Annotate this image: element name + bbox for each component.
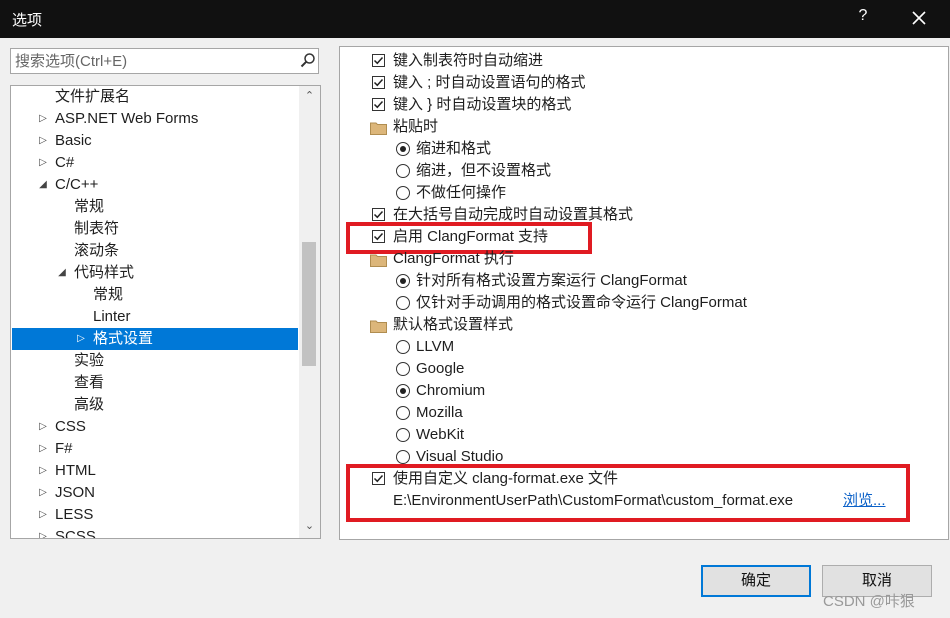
radio-button[interactable]	[396, 450, 410, 464]
radio-button[interactable]	[396, 340, 410, 354]
radio-style-google[interactable]: Google	[340, 358, 940, 380]
option-format-statement[interactable]: 键入 ; 时自动设置语句的格式	[340, 72, 940, 94]
collapse-arrow-icon[interactable]: ◢	[36, 174, 50, 196]
search-input[interactable]	[15, 51, 291, 71]
options-tree: 文件扩展名 ▷ ASP.NET Web Forms ▷ Basic ▷ C# ◢…	[10, 85, 321, 539]
expand-arrow-icon[interactable]: ▷	[36, 460, 50, 482]
tree-item-cpp[interactable]: ◢ C/C++	[11, 174, 299, 196]
scroll-up-icon[interactable]: ⌃	[299, 86, 320, 106]
checkbox[interactable]	[372, 54, 385, 67]
radio-style-webkit[interactable]: WebKit	[340, 424, 940, 446]
radio-button[interactable]	[396, 164, 410, 178]
folder-icon	[370, 120, 387, 135]
radio-button[interactable]	[396, 406, 410, 420]
tree-item-code-style[interactable]: ◢ 代码样式	[11, 262, 299, 284]
folder-icon	[370, 318, 387, 333]
tree-item-fsharp[interactable]: ▷ F#	[11, 438, 299, 460]
expand-arrow-icon[interactable]: ▷	[36, 504, 50, 526]
tree-item-file-extensions[interactable]: 文件扩展名	[11, 86, 299, 108]
tree-item-cpp-tabs[interactable]: 制表符	[11, 218, 299, 240]
option-auto-indent-tab[interactable]: 键入制表符时自动缩进	[340, 50, 940, 72]
folder-icon	[370, 252, 387, 267]
tree-item-html[interactable]: ▷ HTML	[11, 460, 299, 482]
radio-button[interactable]	[396, 362, 410, 376]
collapse-arrow-icon[interactable]: ◢	[55, 262, 69, 284]
tree-item-cpp-scrollbars[interactable]: 滚动条	[11, 240, 299, 262]
tree-item-code-style-general[interactable]: 常规	[11, 284, 299, 306]
ok-button[interactable]: 确定	[701, 565, 811, 597]
tree-item-less[interactable]: ▷ LESS	[11, 504, 299, 526]
tree-item-experimental[interactable]: 实验	[11, 350, 299, 372]
expand-arrow-icon[interactable]: ▷	[36, 482, 50, 504]
expand-arrow-icon[interactable]: ▷	[36, 130, 50, 152]
tree-item-basic[interactable]: ▷ Basic	[11, 130, 299, 152]
radio-button[interactable]	[396, 274, 410, 288]
checkbox[interactable]	[372, 98, 385, 111]
search-icon[interactable]	[299, 52, 317, 70]
tree-item-json[interactable]: ▷ JSON	[11, 482, 299, 504]
scrollbar-thumb[interactable]	[302, 242, 316, 366]
tree-item-scss[interactable]: ▷ SCSS	[11, 526, 299, 538]
search-box	[10, 48, 319, 74]
expand-arrow-icon[interactable]: ▷	[36, 108, 50, 130]
tree-item-csharp[interactable]: ▷ C#	[11, 152, 299, 174]
radio-button[interactable]	[396, 186, 410, 200]
expand-arrow-icon[interactable]: ▷	[36, 526, 50, 538]
checkbox[interactable]	[372, 208, 385, 221]
radio-button[interactable]	[396, 142, 410, 156]
expand-arrow-icon[interactable]: ▷	[36, 152, 50, 174]
expand-arrow-icon[interactable]: ▷	[36, 416, 50, 438]
radio-button[interactable]	[396, 428, 410, 442]
radio-button[interactable]	[396, 296, 410, 310]
tree-item-browsing[interactable]: 查看	[11, 372, 299, 394]
radio-style-llvm[interactable]: LLVM	[340, 336, 940, 358]
window-title: 选项	[12, 12, 43, 29]
radio-paste-nothing[interactable]: 不做任何操作	[340, 182, 940, 204]
help-button[interactable]: ?	[851, 7, 875, 25]
tree-item-cpp-general[interactable]: 常规	[11, 196, 299, 218]
group-default-style: 默认格式设置样式	[340, 314, 940, 336]
checkbox[interactable]	[372, 76, 385, 89]
watermark: CSDN @咔狠	[823, 593, 915, 610]
tree-item-linter[interactable]: Linter	[11, 306, 299, 328]
group-clangformat-exec: ClangFormat 执行	[340, 248, 940, 270]
expand-arrow-icon[interactable]: ▷	[74, 328, 88, 350]
tree-item-advanced[interactable]: 高级	[11, 394, 299, 416]
expand-arrow-icon[interactable]: ▷	[36, 438, 50, 460]
tree-scrollbar[interactable]: ⌃ ⌄	[299, 86, 320, 538]
radio-paste-indent-only[interactable]: 缩进，但不设置格式	[340, 160, 940, 182]
option-format-block[interactable]: 键入 } 时自动设置块的格式	[340, 94, 940, 116]
radio-style-chromium[interactable]: Chromium	[340, 380, 940, 402]
highlight-box	[346, 464, 910, 522]
close-icon[interactable]	[907, 6, 931, 30]
scroll-down-icon[interactable]: ⌄	[299, 516, 320, 536]
radio-paste-indent-format[interactable]: 缩进和格式	[340, 138, 940, 160]
radio-run-all[interactable]: 针对所有格式设置方案运行 ClangFormat	[340, 270, 940, 292]
group-paste: 粘贴时	[340, 116, 940, 138]
title-bar: 选项 ?	[0, 0, 950, 38]
options-panel: 键入制表符时自动缩进 键入 ; 时自动设置语句的格式 键入 } 时自动设置块的格…	[339, 46, 949, 540]
radio-style-mozilla[interactable]: Mozilla	[340, 402, 940, 424]
radio-button[interactable]	[396, 384, 410, 398]
tree-item-aspnet[interactable]: ▷ ASP.NET Web Forms	[11, 108, 299, 130]
tree-item-css[interactable]: ▷ CSS	[11, 416, 299, 438]
radio-run-manual[interactable]: 仅针对手动调用的格式设置命令运行 ClangFormat	[340, 292, 940, 314]
tree-item-formatting[interactable]: ▷ 格式设置	[12, 328, 298, 350]
